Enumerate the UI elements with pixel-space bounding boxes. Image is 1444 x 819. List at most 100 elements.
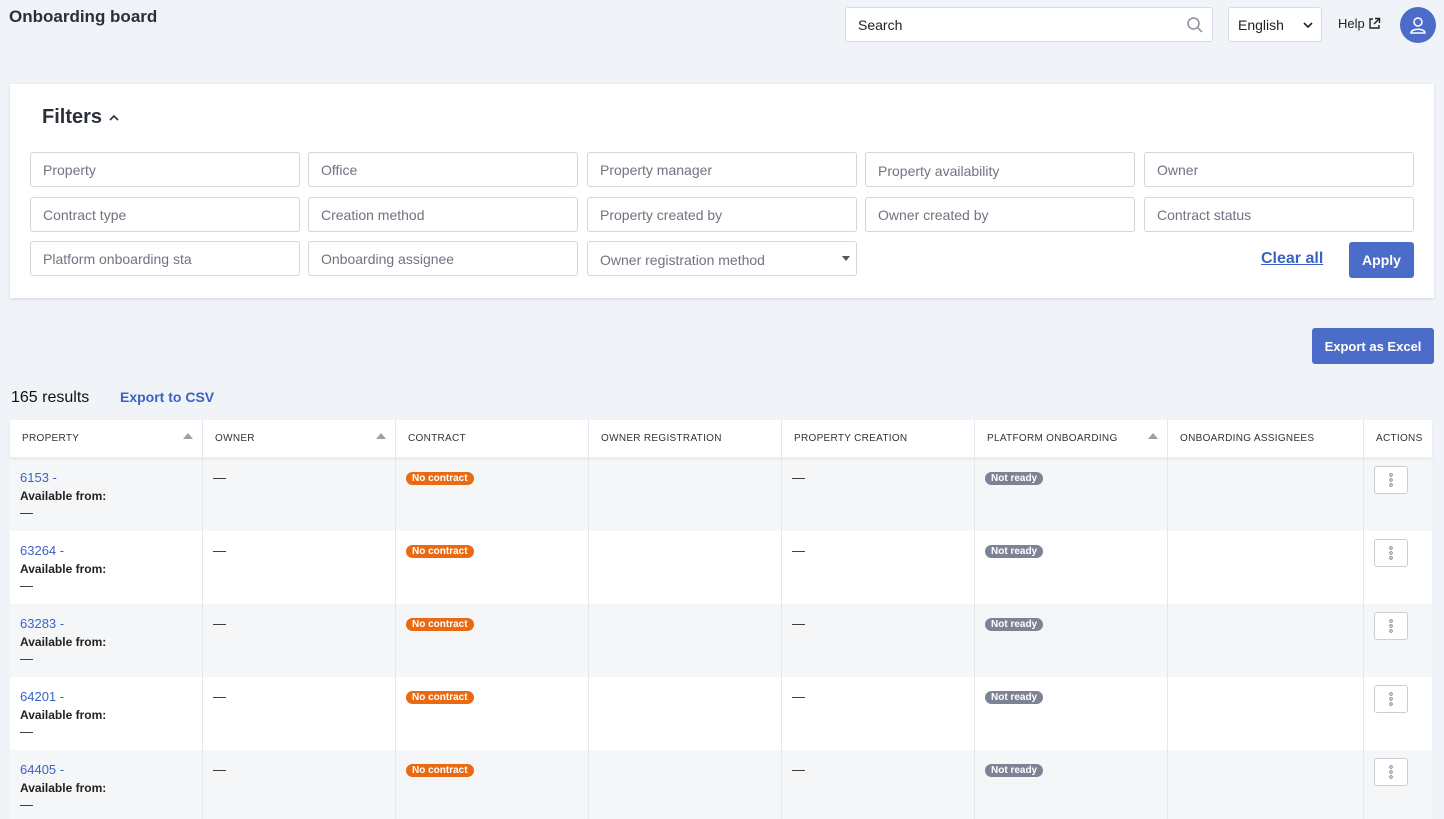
chevron-down-icon [1303,22,1313,29]
property-link[interactable]: 63264 - [20,543,106,558]
property-link[interactable]: 64405 - [20,762,106,777]
column-header-actions: ACTIONS [1363,420,1432,457]
onboarding-status-badge: Not ready [985,472,1044,485]
caret-down-icon [842,256,850,261]
table-header: PROPERTY OWNER CONTRACT OWNER REGISTRATI… [10,420,1432,457]
owner-cell: — [213,689,226,704]
user-avatar-button[interactable] [1400,7,1436,43]
available-from-value: — [20,578,33,593]
column-header-label: OWNER REGISTRATION [601,433,722,444]
sort-arrow-icon [1148,433,1158,439]
onboarding-status-badge: Not ready [985,764,1044,777]
table-row: 64405 - Available from: — — No contract … [10,750,1432,819]
kebab-menu-icon [1389,692,1393,706]
apply-button[interactable]: Apply [1349,242,1414,278]
table-row: 63264 - Available from: — — No contract … [10,531,1432,604]
filters-panel: Filters Property Office Property manager… [10,84,1434,298]
chevron-up-icon [109,114,119,121]
contract-cell: No contract [406,543,474,558]
property-creation-cell: — [792,616,805,631]
property-cell: 64405 - Available from: — [20,762,106,812]
owner-cell: — [213,543,226,558]
property-creation-cell: — [792,470,805,485]
column-header-platform-onboarding[interactable]: PLATFORM ONBOARDING [975,420,1168,457]
help-link[interactable]: Help [1338,16,1381,31]
filter-property[interactable]: Property [30,152,300,187]
row-actions-button[interactable] [1374,612,1408,640]
column-header-property[interactable]: PROPERTY [10,420,203,457]
row-actions-button[interactable] [1374,758,1408,786]
column-header-owner-registration: OWNER REGISTRATION [589,420,782,457]
property-cell: 63283 - Available from: — [20,616,106,666]
contract-status-badge: No contract [406,691,474,704]
platform-onboarding-cell: Not ready [985,689,1044,704]
language-select[interactable]: English [1228,7,1322,42]
property-cell: 6153 - Available from: — [20,470,106,520]
kebab-menu-icon [1389,546,1393,560]
external-link-icon [1369,17,1380,29]
available-from-value: — [20,797,33,812]
column-header-label: ONBOARDING ASSIGNEES [1180,433,1315,444]
available-from-label: Available from: [20,489,107,503]
column-header-label: ACTIONS [1376,433,1423,444]
owner-cell: — [213,470,226,485]
search-box[interactable] [845,7,1213,42]
filter-contract-type[interactable]: Contract type [30,197,300,232]
available-from-label: Available from: [20,708,107,722]
platform-onboarding-cell: Not ready [985,543,1044,558]
column-header-contract: CONTRACT [396,420,589,457]
available-from-value: — [20,505,33,520]
column-divider [588,420,589,819]
filter-property-manager[interactable]: Property manager [587,152,857,187]
filter-onboarding-assignee[interactable]: Onboarding assignee [308,241,578,276]
table-row: 6153 - Available from: — — No contract —… [10,458,1432,531]
row-actions-button[interactable] [1374,466,1408,494]
column-header-owner[interactable]: OWNER [203,420,396,457]
column-header-label: PLATFORM ONBOARDING [987,433,1118,444]
filter-owner-registration-method-label: Owner registration method [600,252,765,268]
column-header-property-creation: PROPERTY CREATION [782,420,975,457]
available-from-value: — [20,724,33,739]
language-select-value: English [1238,16,1284,33]
export-csv-link[interactable]: Export to CSV [120,389,214,405]
available-from-value: — [20,651,33,666]
owner-cell: — [213,762,226,777]
user-icon [1410,17,1426,34]
property-cell: 63264 - Available from: — [20,543,106,593]
column-divider [781,420,782,819]
kebab-menu-icon [1389,473,1393,487]
search-icon[interactable] [1186,16,1204,34]
property-cell: 64201 - Available from: — [20,689,106,739]
search-input[interactable] [846,8,1176,41]
property-creation-cell: — [792,689,805,704]
filter-property-availability[interactable]: Property availability [865,152,1135,187]
filter-owner-registration-method[interactable]: Owner registration method [587,241,857,276]
property-link[interactable]: 63283 - [20,616,106,631]
onboarding-table: PROPERTY OWNER CONTRACT OWNER REGISTRATI… [10,420,1432,819]
contract-status-badge: No contract [406,472,474,485]
filter-owner-created-by[interactable]: Owner created by [865,197,1135,232]
filters-toggle[interactable]: Filters [42,106,120,129]
property-link[interactable]: 6153 - [20,470,106,485]
platform-onboarding-cell: Not ready [985,470,1044,485]
column-divider [974,420,975,819]
available-from-label: Available from: [20,562,107,576]
filter-creation-method[interactable]: Creation method [308,197,578,232]
sort-arrow-icon [376,433,386,439]
filter-owner[interactable]: Owner [1144,152,1414,187]
filter-property-created-by[interactable]: Property created by [587,197,857,232]
column-header-label: PROPERTY CREATION [794,433,908,444]
property-link[interactable]: 64201 - [20,689,106,704]
contract-cell: No contract [406,762,474,777]
export-excel-button[interactable]: Export as Excel [1312,328,1434,364]
filter-platform-onboarding-status[interactable]: Platform onboarding stа [30,241,300,276]
row-actions-button[interactable] [1374,539,1408,567]
row-actions-button[interactable] [1374,685,1408,713]
help-label: Help [1338,16,1365,31]
clear-all-link[interactable]: Clear all [1261,250,1323,268]
page-title: Onboarding board [9,7,158,26]
filter-contract-status[interactable]: Contract status [1144,197,1414,232]
filter-office[interactable]: Office [308,152,578,187]
contract-status-badge: No contract [406,545,474,558]
platform-onboarding-cell: Not ready [985,616,1044,631]
